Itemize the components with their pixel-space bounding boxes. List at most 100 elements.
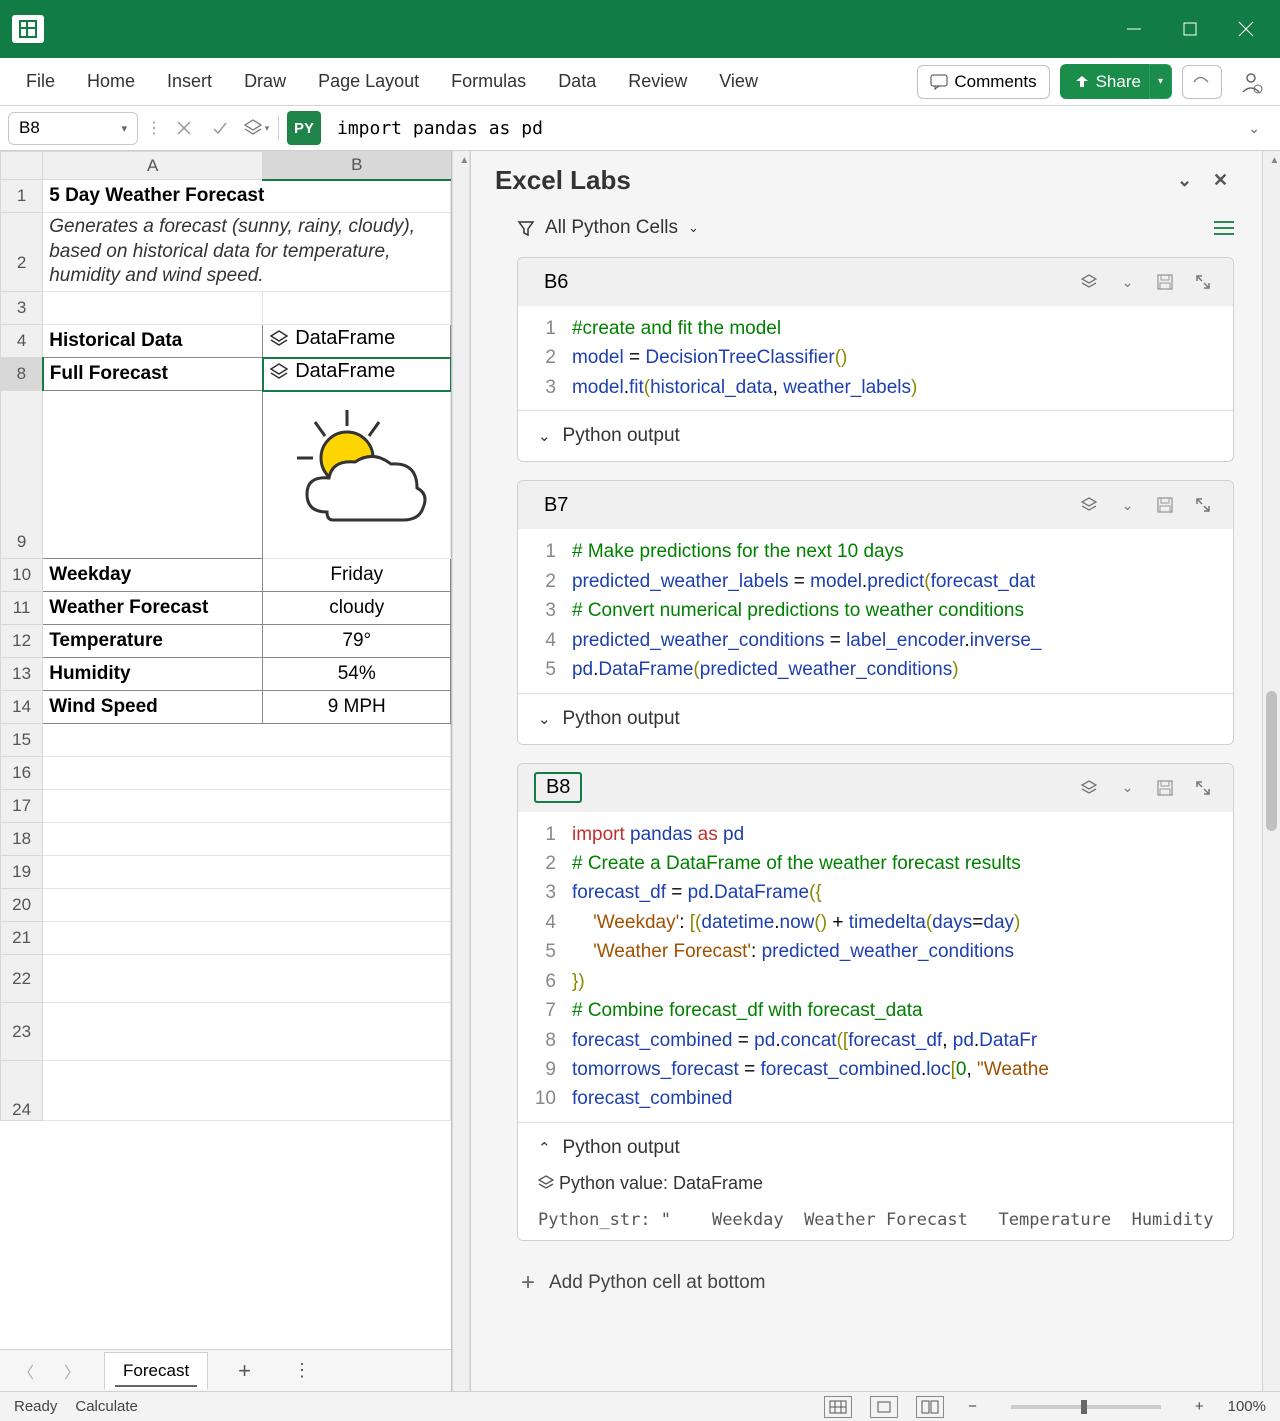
sheet-nav-prev[interactable]: 〈 [12, 1359, 40, 1383]
row-header-1[interactable]: 1 [1, 180, 43, 213]
row-header-24[interactable]: 24 [1, 1061, 43, 1121]
col-header-b[interactable]: B [263, 152, 451, 180]
row-header-19[interactable]: 19 [1, 856, 43, 889]
cancel-edit-button[interactable] [170, 114, 198, 142]
code-line[interactable]: model = DecisionTreeClassifier() [572, 343, 847, 372]
cell-row16[interactable] [43, 757, 451, 790]
row-header-13[interactable]: 13 [1, 658, 43, 691]
formula-input[interactable] [329, 112, 1228, 145]
save-button[interactable] [1151, 268, 1179, 296]
cell-a9[interactable] [43, 391, 263, 559]
sheet-tab-forecast[interactable]: Forecast [104, 1352, 208, 1389]
share-dropdown[interactable]: ▾ [1149, 64, 1172, 99]
share-button[interactable]: Share [1060, 64, 1155, 99]
status-calculate[interactable]: Calculate [75, 1398, 138, 1415]
ribbon-tab-data[interactable]: Data [542, 63, 612, 100]
add-python-cell-button[interactable]: + Add Python cell at bottom [517, 1259, 1235, 1307]
python-output-toggle[interactable]: ⌄Python output [518, 693, 1234, 744]
cell-b11[interactable]: cloudy [263, 592, 451, 625]
row-header-11[interactable]: 11 [1, 592, 43, 625]
cell-a8[interactable]: Full Forecast [43, 358, 263, 391]
cell-b4[interactable]: DataFrame [263, 325, 451, 358]
sheet-vscrollbar[interactable]: ▲ [452, 151, 470, 1391]
row-header-21[interactable]: 21 [1, 922, 43, 955]
formula-expand-button[interactable]: ⌄ [1236, 120, 1272, 137]
row-header-17[interactable]: 17 [1, 790, 43, 823]
cell-a4[interactable]: Historical Data [43, 325, 263, 358]
code-line[interactable]: tomorrows_forecast = forecast_combined.l… [572, 1055, 1049, 1084]
code-line[interactable]: predicted_weather_conditions = label_enc… [572, 626, 1042, 655]
row-header-20[interactable]: 20 [1, 889, 43, 922]
chevron-down-icon[interactable]: ⌄ [1113, 774, 1141, 802]
row-header-14[interactable]: 14 [1, 691, 43, 724]
scroll-thumb[interactable] [1266, 691, 1277, 831]
cell-a11[interactable]: Weather Forecast [43, 592, 263, 625]
row-header-8[interactable]: 8 [1, 358, 43, 391]
row-header-4[interactable]: 4 [1, 325, 43, 358]
cell-row19[interactable] [43, 856, 451, 889]
code-line[interactable]: 'Weekday': [(datetime.now() + timedelta(… [572, 908, 1020, 937]
ribbon-tab-draw[interactable]: Draw [228, 63, 302, 100]
chevron-down-icon[interactable]: ⌄ [1113, 491, 1141, 519]
cell-a3[interactable] [43, 292, 263, 325]
cell-a13[interactable]: Humidity [43, 658, 263, 691]
code-line[interactable]: forecast_combined = pd.concat([forecast_… [572, 1026, 1037, 1055]
close-button[interactable] [1218, 0, 1274, 58]
labs-collapse-button[interactable]: ⌄ [1166, 162, 1202, 198]
cell-row17[interactable] [43, 790, 451, 823]
ribbon-tab-view[interactable]: View [703, 63, 774, 100]
expand-button[interactable] [1189, 268, 1217, 296]
zoom-level[interactable]: 100% [1228, 1398, 1266, 1415]
cell-b14[interactable]: 9 MPH [263, 691, 451, 724]
col-header-a[interactable]: A [43, 152, 263, 180]
code-line[interactable]: # Create a DataFrame of the weather fore… [572, 849, 1021, 878]
save-button[interactable] [1151, 774, 1179, 802]
cell-b8-active[interactable]: DataFrame [263, 358, 451, 391]
python-output-toggle[interactable]: ⌃Python output [518, 1122, 1234, 1173]
cell-row22[interactable] [43, 955, 451, 1003]
code-line[interactable]: forecast_combined [572, 1084, 733, 1113]
ribbon-tab-page-layout[interactable]: Page Layout [302, 63, 435, 100]
cell-b10[interactable]: Friday [263, 559, 451, 592]
page-layout-view-button[interactable] [870, 1396, 898, 1418]
ribbon-tab-insert[interactable]: Insert [151, 63, 228, 100]
expand-button[interactable] [1189, 774, 1217, 802]
code-line[interactable]: predicted_weather_labels = model.predict… [572, 567, 1035, 596]
zoom-slider[interactable] [1011, 1405, 1161, 1409]
ribbon-tab-file[interactable]: File [10, 63, 71, 100]
code-line[interactable]: }) [572, 967, 585, 996]
labs-vscrollbar[interactable]: ▲ [1262, 151, 1280, 1391]
row-header-9[interactable]: 9 [1, 391, 43, 559]
cell-b3[interactable] [263, 292, 451, 325]
code-line[interactable]: 'Weather Forecast': predicted_weather_co… [572, 937, 1014, 966]
code-line[interactable]: pd.DataFrame(predicted_weather_condition… [572, 655, 959, 684]
cell-b12[interactable]: 79° [263, 625, 451, 658]
row-header-16[interactable]: 16 [1, 757, 43, 790]
weather-icon-cell[interactable] [263, 391, 451, 559]
zoom-in-button[interactable]: + [1189, 1398, 1210, 1415]
labs-close-button[interactable]: ✕ [1202, 162, 1238, 198]
labs-menu-button[interactable] [1214, 221, 1234, 235]
filter-dropdown[interactable]: All Python Cells ⌄ [517, 217, 699, 239]
title-cell[interactable]: 5 Day Weather Forecast [43, 180, 451, 213]
chevron-down-icon[interactable]: ⌄ [1113, 268, 1141, 296]
cell-ref[interactable]: B7 [534, 492, 578, 519]
cell-row15[interactable] [43, 724, 451, 757]
maximize-button[interactable] [1162, 0, 1218, 58]
row-header-23[interactable]: 23 [1, 1003, 43, 1061]
save-button[interactable] [1151, 491, 1179, 519]
select-all-corner[interactable] [1, 152, 43, 180]
output-mode-button[interactable] [1075, 774, 1103, 802]
ribbon-tab-formulas[interactable]: Formulas [435, 63, 542, 100]
name-box[interactable]: B8 ▾ [8, 112, 138, 145]
ribbon-tab-home[interactable]: Home [71, 63, 151, 100]
cell-a14[interactable]: Wind Speed [43, 691, 263, 724]
normal-view-button[interactable] [824, 1396, 852, 1418]
expand-button[interactable] [1189, 491, 1217, 519]
cell-a10[interactable]: Weekday [43, 559, 263, 592]
sheet-nav-next[interactable]: 〉 [58, 1359, 86, 1383]
page-break-view-button[interactable] [916, 1396, 944, 1418]
cell-row23[interactable] [43, 1003, 451, 1061]
add-sheet-button[interactable]: + [226, 1358, 263, 1384]
code-line[interactable]: #create and fit the model [572, 314, 781, 343]
